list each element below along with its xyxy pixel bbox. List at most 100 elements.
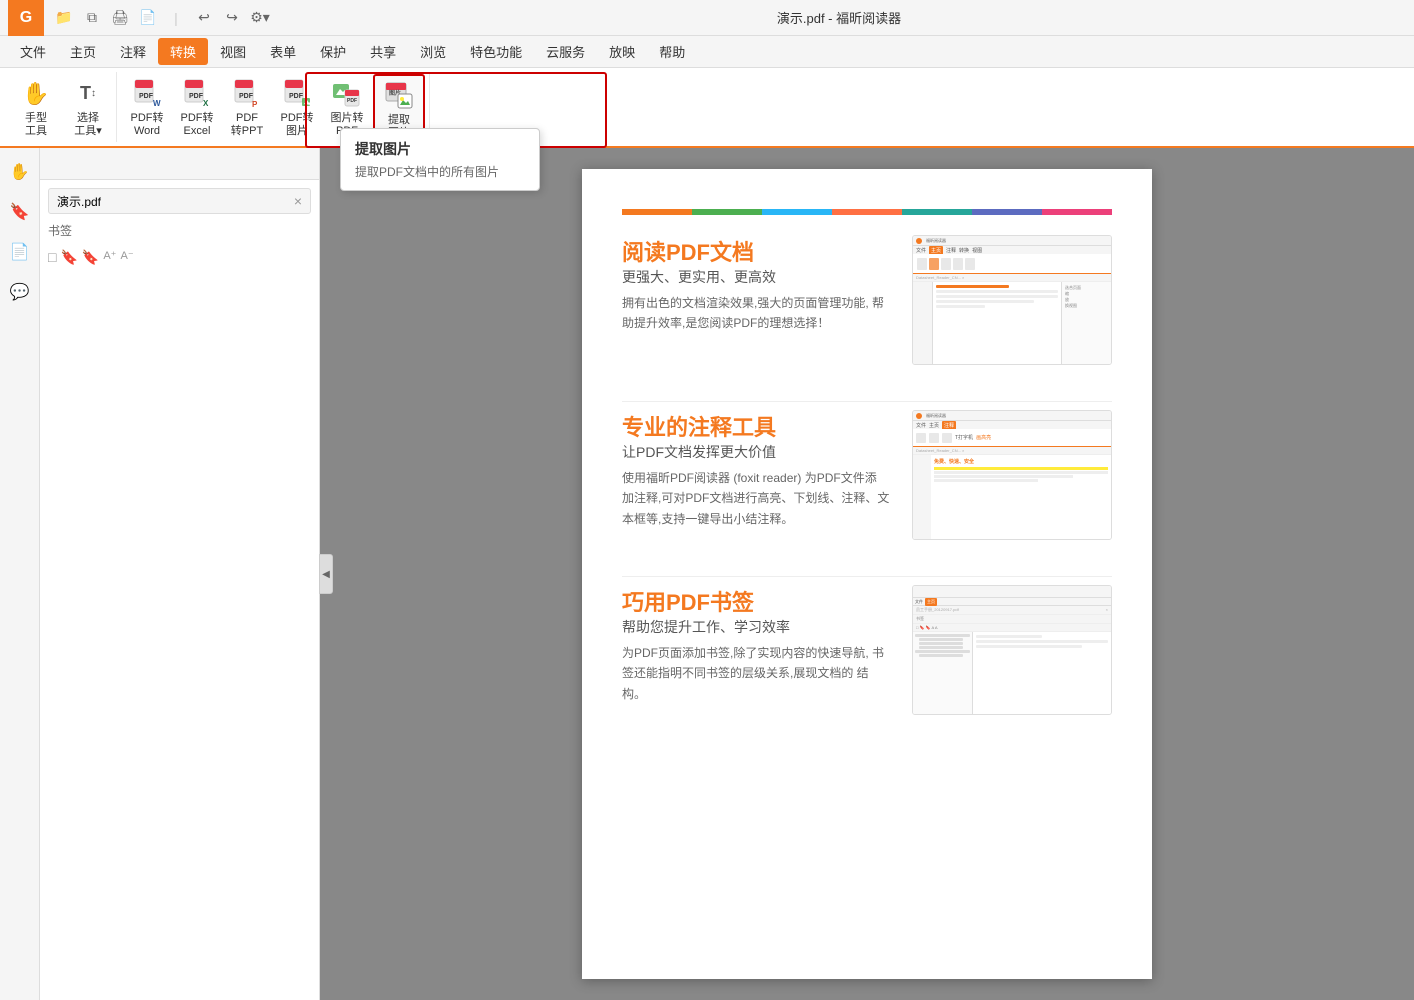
pdf-to-excel-button[interactable]: PDF X PDF转Excel [173, 74, 221, 142]
svg-text:W: W [153, 99, 161, 108]
bookmark-tool-5[interactable]: A⁻ [121, 249, 134, 266]
menubar: 文件 主页 注释 转换 视图 表单 保护 共享 浏览 特色功能 云服务 放映 帮… [0, 36, 1414, 68]
divider-2 [622, 576, 1112, 577]
panel-content: × 书签 □ 🔖 🔖 A⁺ A⁻ [40, 180, 319, 1000]
main-area: ✋ 🔖 📄 💬 × 书签 □ 🔖 🔖 A⁺ A⁻ ◀ [0, 148, 1414, 1000]
divider-1 [622, 401, 1112, 402]
pdf-to-word-label: PDF转Word [131, 112, 164, 138]
thumbnail-3: 文件 主页 员工手册_20120917.pdf× 书签 □ 🔖 🔖 A A [912, 585, 1112, 715]
pdf-to-excel-label: PDF转Excel [181, 112, 214, 138]
menu-share[interactable]: 共享 [358, 38, 408, 65]
extract-image-icon: 图片 [381, 80, 417, 112]
menu-cloud[interactable]: 云服务 [534, 38, 597, 65]
tooltip-title: 提取图片 [355, 139, 525, 159]
logo-icon: G [20, 9, 32, 27]
sidebar-page-icon[interactable]: 📄 [4, 236, 36, 268]
filename-input[interactable] [57, 194, 294, 208]
pdf-to-word-button[interactable]: PDF W PDF转Word [123, 74, 171, 142]
select-tool-button[interactable]: T↕ 选择工具▾ [64, 74, 112, 142]
menu-protect[interactable]: 保护 [308, 38, 358, 65]
thumbnail-2: 福昕阅读器 文件 主页 注释 T打字机 [912, 410, 1112, 540]
copy-icon[interactable]: ⧉ [80, 6, 104, 30]
section2-body: 使用福昕PDF阅读器 (foxit reader) 为PDF文件添 加注释,可对… [622, 468, 892, 529]
titlebar-toolbar: 📁 ⧉ 🖨 📄 | ↩ ↪ ⚙▾ [52, 6, 272, 30]
ribbon: ✋ 手型工具 T↕ 选择工具▾ PDF W PDF转Word [0, 68, 1414, 148]
menu-view[interactable]: 视图 [208, 38, 258, 65]
filename-close-button[interactable]: × [294, 193, 302, 209]
logo-button[interactable]: G [8, 0, 44, 36]
tooltip-popup: 提取图片 提取PDF文档中的所有图片 [340, 128, 540, 191]
select-tool-icon: T↕ [70, 78, 106, 110]
menu-file[interactable]: 文件 [8, 38, 58, 65]
bookmark-tool-3[interactable]: 🔖 [82, 249, 99, 266]
filename-bar: × [48, 188, 311, 214]
section3-title: 巧用PDF书签 [622, 585, 892, 617]
pdf-to-image-button[interactable]: PDF PDF转图片 [273, 74, 321, 142]
svg-text:PDF: PDF [289, 93, 304, 100]
separator: | [164, 6, 188, 30]
color-bar [622, 209, 1112, 215]
sidebar-comment-icon[interactable]: 💬 [4, 276, 36, 308]
menu-browse[interactable]: 浏览 [408, 38, 458, 65]
menu-help[interactable]: 帮助 [647, 38, 697, 65]
redo-icon[interactable]: ↪ [220, 6, 244, 30]
menu-annotate[interactable]: 注释 [108, 38, 158, 65]
section2-title: 专业的注释工具 [622, 410, 892, 442]
bookmark-tool-1[interactable]: □ [48, 249, 56, 266]
pdf-to-word-icon: PDF W [129, 78, 165, 110]
bookmark-tool-4[interactable]: A⁺ [103, 249, 116, 266]
titlebar: G 📁 ⧉ 🖨 📄 | ↩ ↪ ⚙▾ 演示.pdf - 福昕阅读器 [0, 0, 1414, 36]
sidebar: ✋ 🔖 📄 💬 [0, 148, 40, 1000]
section1-title: 阅读PDF文档 [622, 235, 892, 267]
svg-text:PDF: PDF [189, 93, 204, 100]
svg-text:PDF: PDF [239, 93, 254, 100]
folder-icon[interactable]: 📁 [52, 6, 76, 30]
section1-subtitle: 更强大、更实用、更高效 [622, 267, 892, 287]
menu-slideshow[interactable]: 放映 [597, 38, 647, 65]
sidebar-hand-icon[interactable]: ✋ [4, 156, 36, 188]
svg-text:X: X [203, 99, 209, 108]
menu-home[interactable]: 主页 [58, 38, 108, 65]
pdf-to-image-label: PDF转图片 [281, 112, 314, 138]
undo-icon[interactable]: ↩ [192, 6, 216, 30]
thumbnail-1: 福昕阅读器 文件 主页 注释 转换 视图 [912, 235, 1112, 365]
image-to-pdf-icon: PDF [329, 78, 365, 110]
pdf-to-ppt-icon: PDF P [229, 78, 265, 110]
bookmark-toolbar: □ 🔖 🔖 A⁺ A⁻ [48, 245, 311, 270]
hand-tool-button[interactable]: ✋ 手型工具 [12, 74, 60, 142]
content-area: ◀ 阅读PDF文档 更强大、更实用、更高效 拥有出色的文档渲染效果, [320, 148, 1414, 1000]
pdf-section-2: 专业的注释工具 让PDF文档发挥更大价值 使用福昕PDF阅读器 (foxit r… [622, 410, 1112, 540]
new-doc-icon[interactable]: 📄 [136, 6, 160, 30]
svg-text:PDF: PDF [139, 93, 154, 100]
pdf-to-image-icon: PDF [279, 78, 315, 110]
bookmark-section-label: 书签 [48, 222, 311, 239]
section3-body: 为PDF页面添加书签,除了实现内容的快速导航, 书签还能指明不同书签的层级关系,… [622, 643, 892, 704]
menu-features[interactable]: 特色功能 [458, 38, 534, 65]
customize-icon[interactable]: ⚙▾ [248, 6, 272, 30]
menu-form[interactable]: 表单 [258, 38, 308, 65]
panel: × 书签 □ 🔖 🔖 A⁺ A⁻ [40, 148, 320, 1000]
panel-tab-bar [40, 148, 319, 180]
hand-tool-label: 手型工具 [25, 112, 47, 138]
tools-group: ✋ 手型工具 T↕ 选择工具▾ [8, 72, 117, 142]
select-tool-label: 选择工具▾ [74, 112, 102, 138]
print-icon[interactable]: 🖨 [108, 6, 132, 30]
sidebar-bookmark-icon[interactable]: 🔖 [4, 196, 36, 228]
tooltip-description: 提取PDF文档中的所有图片 [355, 163, 525, 180]
pdf-section-1: 阅读PDF文档 更强大、更实用、更高效 拥有出色的文档渲染效果,强大的页面管理功… [622, 235, 1112, 365]
window-title: 演示.pdf - 福昕阅读器 [272, 8, 1406, 27]
svg-text:P: P [252, 100, 258, 109]
pdf-section-3: 巧用PDF书签 帮助您提升工作、学习效率 为PDF页面添加书签,除了实现内容的快… [622, 585, 1112, 715]
pdf-to-ppt-button[interactable]: PDF P PDF转PPT [223, 74, 271, 142]
menu-convert[interactable]: 转换 [158, 38, 208, 65]
pdf-to-excel-icon: PDF X [179, 78, 215, 110]
pdf-to-ppt-label: PDF转PPT [231, 112, 263, 138]
svg-text:PDF: PDF [347, 98, 357, 104]
bookmark-tool-2[interactable]: 🔖 [60, 249, 77, 266]
collapse-panel-button[interactable]: ◀ [319, 554, 333, 594]
section3-subtitle: 帮助您提升工作、学习效率 [622, 617, 892, 637]
hand-tool-icon: ✋ [18, 78, 54, 110]
pdf-preview: 阅读PDF文档 更强大、更实用、更高效 拥有出色的文档渲染效果,强大的页面管理功… [582, 169, 1152, 979]
section2-subtitle: 让PDF文档发挥更大价值 [622, 442, 892, 462]
section1-body: 拥有出色的文档渲染效果,强大的页面管理功能, 帮助提升效率,是您阅读PDF的理想… [622, 293, 892, 334]
